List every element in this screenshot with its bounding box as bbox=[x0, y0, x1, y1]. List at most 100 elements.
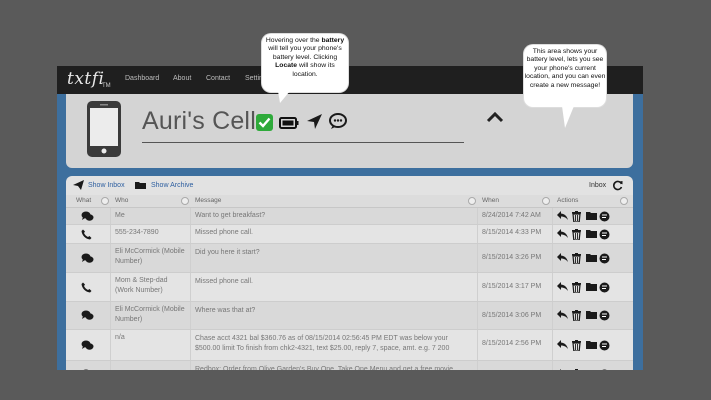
column-separator bbox=[190, 361, 191, 370]
reply-icon[interactable] bbox=[557, 228, 568, 240]
row-when: 8/15/2014 4:33 PM bbox=[482, 229, 542, 236]
nav-contact[interactable]: Contact bbox=[206, 75, 230, 82]
message-icon bbox=[81, 253, 94, 268]
column-separator bbox=[110, 225, 111, 243]
chevron-up-icon[interactable] bbox=[486, 111, 504, 123]
row-message: Want to get breakfast? bbox=[195, 212, 266, 219]
send-arrow-icon[interactable] bbox=[73, 180, 84, 190]
row-when: 8/15/2014 2:56 PM bbox=[482, 340, 542, 347]
column-separator bbox=[190, 208, 191, 224]
archive-folder-icon[interactable] bbox=[586, 211, 597, 222]
archive-folder-icon[interactable] bbox=[586, 340, 597, 351]
reply-icon[interactable] bbox=[557, 339, 568, 351]
chat-icon[interactable] bbox=[599, 211, 610, 224]
message-table: Me Want to get breakfast? 8/24/2014 7:42 A… bbox=[66, 208, 633, 370]
archive-folder-icon[interactable] bbox=[586, 310, 597, 321]
refresh-icon[interactable] bbox=[612, 180, 623, 191]
table-header: What Who Message When Actions bbox=[66, 195, 633, 208]
show-inbox-link[interactable]: Show Inbox bbox=[88, 182, 125, 189]
table-row[interactable]: 555-234-7890 Missed phone call. 8/15/2014 … bbox=[66, 225, 633, 244]
battery-icon[interactable] bbox=[279, 117, 299, 129]
column-separator bbox=[110, 361, 111, 370]
nav-dashboard[interactable]: Dashboard bbox=[125, 75, 159, 82]
archive-folder-icon[interactable] bbox=[586, 229, 597, 240]
reply-icon[interactable] bbox=[557, 210, 568, 222]
chat-icon[interactable] bbox=[599, 340, 610, 353]
column-separator bbox=[190, 330, 191, 360]
column-separator bbox=[110, 330, 111, 360]
sort-when-icon[interactable] bbox=[542, 197, 550, 205]
trash-icon[interactable] bbox=[572, 210, 581, 224]
device-name: Auri's Cell bbox=[142, 107, 256, 135]
col-who: Who bbox=[115, 197, 129, 204]
reply-icon[interactable] bbox=[557, 281, 568, 293]
logo-trademark: TM bbox=[102, 83, 111, 89]
table-row[interactable]: Mom & Step-dad (Work Number) Missed phone… bbox=[66, 273, 633, 302]
trash-icon[interactable] bbox=[572, 228, 581, 242]
trash-icon[interactable] bbox=[572, 252, 581, 266]
row-who: Mom & Step-dad (Work Number) bbox=[115, 277, 168, 294]
archive-folder-icon[interactable] bbox=[586, 282, 597, 293]
trash-icon[interactable] bbox=[572, 310, 581, 323]
column-separator bbox=[477, 302, 478, 329]
chat-icon[interactable] bbox=[599, 229, 610, 242]
col-actions: Actions bbox=[557, 197, 579, 204]
trash-icon[interactable] bbox=[572, 368, 581, 370]
column-separator bbox=[552, 273, 553, 301]
row-message: Where was that at? bbox=[195, 307, 256, 314]
row-who: Me bbox=[115, 212, 125, 219]
chat-icon[interactable] bbox=[599, 253, 610, 266]
checkmark-icon[interactable] bbox=[256, 114, 273, 131]
message-icon bbox=[81, 340, 94, 355]
sort-who-icon[interactable] bbox=[181, 197, 189, 205]
row-who: Eli McCormick (Mobile Number) bbox=[115, 248, 185, 265]
column-separator bbox=[477, 330, 478, 360]
archive-folder-icon[interactable] bbox=[586, 369, 597, 370]
sort-what-icon[interactable] bbox=[101, 197, 109, 205]
archive-folder-icon[interactable] bbox=[586, 253, 597, 264]
table-row[interactable]: Redbox: Order from Olive Garden's Buy On… bbox=[66, 361, 633, 370]
column-separator bbox=[552, 225, 553, 243]
callout-text-1: Hovering over the bbox=[265, 37, 320, 44]
device-name-underline bbox=[142, 142, 464, 143]
smartphone-icon bbox=[87, 101, 121, 157]
message-bubble-icon[interactable] bbox=[329, 113, 347, 130]
column-separator bbox=[477, 361, 478, 370]
row-when: 8/24/2014 7:42 AM bbox=[482, 212, 541, 219]
reply-icon[interactable] bbox=[557, 310, 568, 321]
logo[interactable]: txtfi bbox=[67, 69, 104, 89]
chat-icon[interactable] bbox=[599, 369, 610, 370]
inbox-toolbar: Show Inbox Show Archive Inbox bbox=[66, 176, 633, 195]
trash-icon[interactable] bbox=[572, 281, 581, 295]
column-separator bbox=[110, 208, 111, 224]
sort-message-icon[interactable] bbox=[468, 197, 476, 205]
table-row[interactable]: Me Want to get breakfast? 8/24/2014 7:42 A… bbox=[66, 208, 633, 225]
locate-arrow-icon[interactable] bbox=[306, 113, 323, 130]
nav-about[interactable]: About bbox=[173, 75, 191, 82]
column-separator bbox=[552, 208, 553, 224]
show-archive-link[interactable]: Show Archive bbox=[151, 182, 193, 189]
table-row[interactable]: n/a Chase acct 4321 bal $360.76 as of 08/… bbox=[66, 330, 633, 361]
table-row[interactable]: Eli McCormick (Mobile Number) Did you her… bbox=[66, 244, 633, 273]
reply-icon[interactable] bbox=[557, 252, 568, 264]
callout-text-2: will tell you your phone's battery level… bbox=[268, 45, 342, 61]
column-separator bbox=[552, 361, 553, 370]
column-separator bbox=[477, 244, 478, 272]
row-when: 8/15/2014 3:26 PM bbox=[482, 254, 542, 261]
chat-icon[interactable] bbox=[599, 282, 610, 295]
row-message: Missed phone call. bbox=[195, 229, 253, 236]
row-message: Did you here it start? bbox=[195, 249, 260, 256]
chat-icon[interactable] bbox=[599, 310, 610, 323]
trash-icon[interactable] bbox=[572, 339, 581, 353]
area-callout: This area shows your battery level, lets… bbox=[524, 45, 606, 107]
message-icon bbox=[81, 211, 94, 226]
phone-call-icon bbox=[81, 229, 92, 244]
table-row[interactable]: Eli McCormick (Mobile Number) Where was t… bbox=[66, 302, 633, 330]
sort-actions-icon[interactable] bbox=[620, 197, 628, 205]
row-who: Eli McCormick (Mobile Number) bbox=[115, 306, 185, 323]
area-callout-pointer bbox=[562, 106, 574, 128]
reply-icon[interactable] bbox=[557, 368, 568, 370]
row-message: Redbox: Order from Olive Garden's Buy On… bbox=[195, 366, 454, 370]
column-separator bbox=[110, 302, 111, 329]
inbox-label: Inbox bbox=[589, 182, 607, 189]
